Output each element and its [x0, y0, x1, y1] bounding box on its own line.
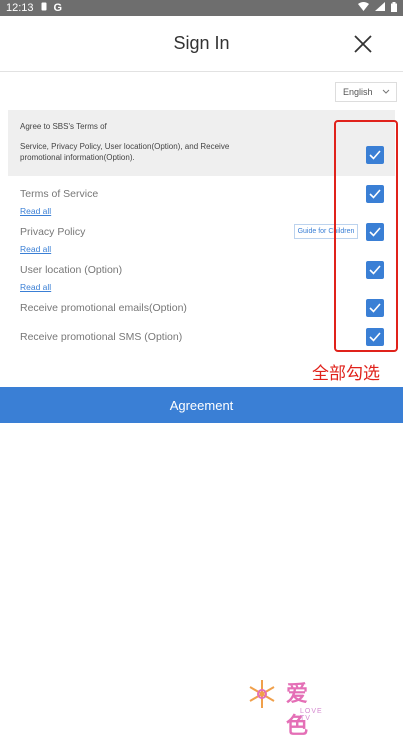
language-value: English: [343, 87, 373, 97]
sim-icon: [41, 2, 47, 14]
privacy-read-all-link[interactable]: Read all: [20, 244, 51, 254]
agreement-button[interactable]: Agreement: [0, 387, 403, 423]
status-time: 12:13: [6, 2, 34, 14]
privacy-policy-label: Privacy Policy: [20, 226, 86, 238]
watermark: 爱色 LOVE TV: [244, 676, 322, 738]
page-title: Sign In: [173, 33, 230, 53]
annotation-highlight-box: [334, 120, 398, 352]
agree-all-description: Service, Privacy Policy, User location(O…: [20, 142, 230, 162]
close-icon: [354, 35, 372, 53]
header: Sign In: [0, 16, 403, 72]
terms-read-all-link[interactable]: Read all: [20, 206, 51, 216]
chevron-down-icon: [382, 89, 390, 94]
annotation-text: 全部勾选: [312, 364, 380, 383]
close-button[interactable]: [353, 34, 373, 54]
battery-icon: [391, 1, 397, 15]
terms-of-service-label: Terms of Service: [20, 188, 99, 200]
user-location-label: User location (Option): [20, 264, 123, 276]
wifi-icon: [358, 2, 369, 14]
status-bar: 12:13 G: [0, 0, 403, 16]
promo-sms-label: Receive promotional SMS (Option): [20, 331, 183, 343]
signal-icon: [375, 2, 385, 14]
location-read-all-link[interactable]: Read all: [20, 282, 51, 292]
agree-all-heading: Agree to SBS's Terms of: [20, 122, 107, 131]
language-select[interactable]: English: [335, 82, 397, 102]
snowflake-logo-icon: [249, 680, 275, 708]
promo-emails-label: Receive promotional emails(Option): [20, 302, 187, 314]
app-letter-icon: G: [53, 2, 63, 14]
